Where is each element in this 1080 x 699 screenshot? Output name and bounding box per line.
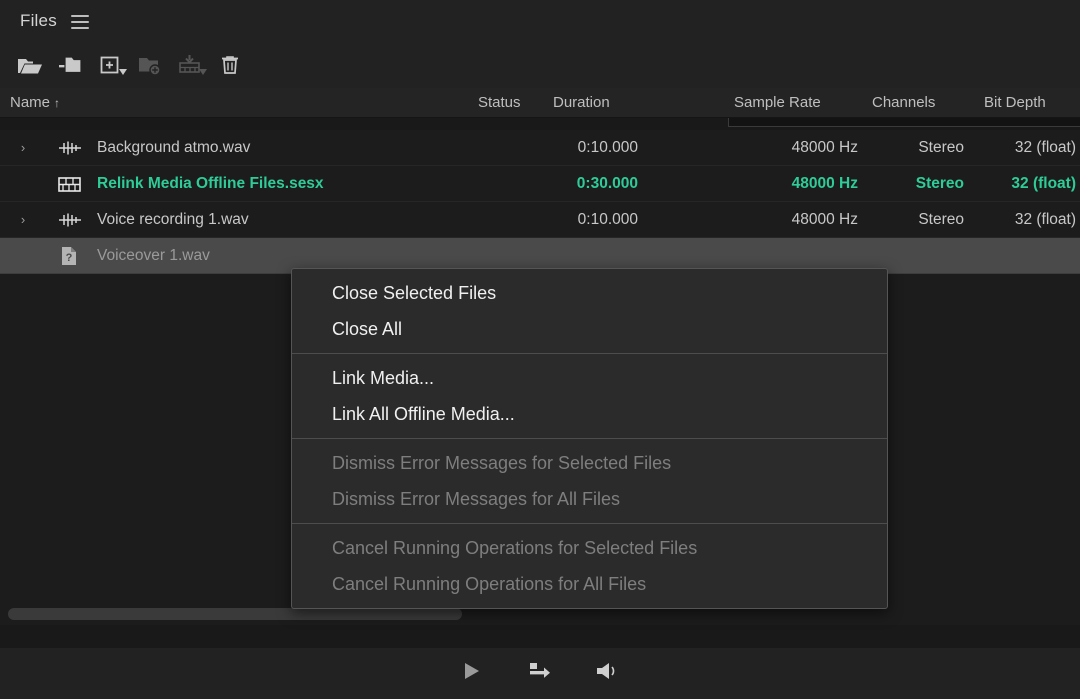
column-header-bit-depth[interactable]: Bit Depth (984, 88, 1046, 117)
audio-waveform-icon (58, 139, 82, 157)
menu-item-close-all[interactable]: Close All (292, 311, 887, 347)
file-name: Voiceover 1.wav (97, 247, 210, 264)
file-channels: Stereo (915, 175, 964, 192)
menu-item-cancel-operations-selected: Cancel Running Operations for Selected F… (332, 538, 698, 558)
play-button[interactable] (455, 659, 489, 689)
column-header-row: Name ↑ Status Duration Sample Rate Channe… (0, 88, 1080, 118)
file-bit-depth: 32 (float) (1014, 211, 1076, 228)
open-file-button[interactable] (10, 48, 50, 82)
svg-text:?: ? (66, 252, 73, 264)
import-folder-arrow-icon (57, 54, 83, 76)
speaker-volume-icon (594, 660, 622, 687)
file-sample-rate: 48000 Hz (791, 211, 858, 228)
trash-can-icon (219, 54, 241, 76)
panel-titlebar: Files (0, 0, 1080, 42)
context-menu-group: Dismiss Error Messages for Selected File… (292, 439, 887, 523)
menu-item-close-selected-files[interactable]: Close Selected Files (292, 275, 887, 311)
column-header-channels[interactable]: Channels (872, 88, 935, 117)
file-channels: Stereo (918, 139, 964, 156)
context-menu: Close Selected Files Close All Link Medi… (291, 268, 888, 609)
file-duration: 0:10.000 (577, 139, 638, 156)
context-menu-group: Link Media... Link All Offline Media... (292, 354, 887, 438)
file-sample-rate: 48000 Hz (791, 175, 858, 192)
hamburger-panel-menu-icon[interactable] (70, 13, 89, 29)
column-header-sample-rate[interactable]: Sample Rate (734, 88, 821, 117)
column-header-status[interactable]: Status (478, 88, 521, 117)
import-file-button[interactable] (50, 48, 90, 82)
insert-arrow-box-icon (527, 660, 553, 687)
menu-item-dismiss-errors-selected: Dismiss Error Messages for Selected File… (332, 453, 672, 473)
audio-waveform-icon (58, 211, 82, 229)
expand-twisty-icon[interactable]: › (16, 202, 30, 237)
insert-into-multitrack-button[interactable] (523, 659, 557, 689)
menu-item-link-all-offline-media[interactable]: Link All Offline Media... (292, 396, 887, 432)
new-file-plus-icon (99, 54, 121, 76)
volume-button[interactable] (591, 659, 625, 689)
file-name: Relink Media Offline Files.sesx (97, 175, 324, 192)
new-folder-plus-icon (137, 54, 163, 76)
context-menu-group: Cancel Running Operations for Selected F… (292, 524, 887, 608)
file-sample-rate: 48000 Hz (791, 139, 858, 156)
play-triangle-icon (463, 661, 481, 686)
table-row[interactable]: › Background atmo.wav 0:10.000 48000 Hz … (0, 130, 1080, 166)
sort-ascending-icon: ↑ (54, 96, 61, 110)
context-menu-group: Close Selected Files Close All (292, 269, 887, 353)
files-toolbar (0, 42, 1080, 127)
menu-item-dismiss-errors-all: Dismiss Error Messages for All Files (332, 489, 621, 509)
column-header-name[interactable]: Name ↑ (10, 88, 60, 118)
table-row[interactable]: › Voice recording 1.wav 0:10.000 48000 H… (0, 202, 1080, 238)
file-name: Voice recording 1.wav (97, 211, 249, 228)
close-selected-button[interactable] (210, 48, 250, 82)
column-header-duration[interactable]: Duration (553, 88, 610, 117)
file-name: Background atmo.wav (97, 139, 251, 156)
menu-item-cancel-operations-all: Cancel Running Operations for All Files (332, 574, 647, 594)
file-bit-depth: 32 (float) (1014, 139, 1076, 156)
open-folder-icon (17, 54, 43, 76)
file-duration: 0:30.000 (576, 175, 638, 192)
import-cd-dropdown-caret-icon[interactable] (199, 69, 207, 75)
file-duration: 0:10.000 (577, 211, 638, 228)
offline-media-question-icon: ? (58, 247, 82, 265)
expand-twisty-icon[interactable]: › (16, 130, 30, 165)
multitrack-session-icon (58, 175, 82, 193)
new-file-dropdown-caret-icon[interactable] (119, 69, 127, 75)
transport-bar (0, 648, 1080, 699)
panel-title: Files (20, 11, 57, 30)
menu-item-link-media[interactable]: Link Media... (292, 360, 887, 396)
file-channels: Stereo (918, 211, 964, 228)
new-folder-button[interactable] (130, 48, 170, 82)
new-file-button[interactable] (90, 48, 130, 82)
import-cd-track-button[interactable] (170, 48, 210, 82)
file-bit-depth: 32 (float) (1011, 175, 1076, 192)
table-row[interactable]: Relink Media Offline Files.sesx 0:30.000… (0, 166, 1080, 202)
horizontal-scrollbar-thumb[interactable] (8, 608, 462, 620)
